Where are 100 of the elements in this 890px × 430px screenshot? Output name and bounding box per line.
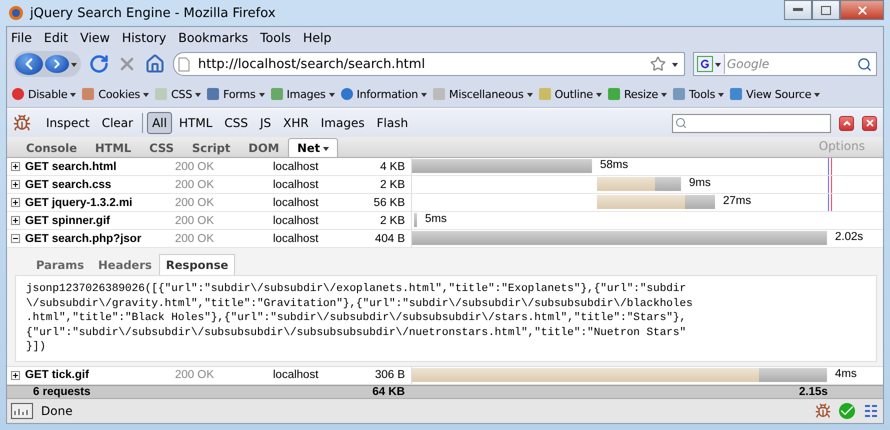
- filter-button[interactable]: HTML: [174, 112, 218, 134]
- menu-item[interactable]: Tools: [260, 30, 291, 44]
- close-panel-button[interactable]: [862, 116, 877, 130]
- request-row[interactable]: GET search.html 200 OK localhost 4 KB 58ms: [7, 158, 883, 176]
- minimize-icon: [793, 8, 803, 12]
- menu-item[interactable]: Edit: [44, 30, 68, 44]
- detail-tab[interactable]: Response: [158, 254, 236, 275]
- filter-button[interactable]: JS: [255, 112, 276, 134]
- toolbar-menu-button[interactable]: View Source: [729, 87, 820, 101]
- request-status: 200 OK: [175, 369, 215, 381]
- firebug-search-field[interactable]: [672, 114, 831, 132]
- collapse-icon[interactable]: [11, 234, 20, 243]
- address-bar[interactable]: http://localhost/search/search.html: [173, 52, 685, 76]
- panel-tab[interactable]: Script: [182, 138, 240, 157]
- panel-tab[interactable]: Console: [17, 138, 86, 157]
- chevron-up-icon: [842, 120, 850, 126]
- bug-icon[interactable]: [815, 403, 831, 419]
- toolbar-menu-button[interactable]: Cookies: [81, 87, 150, 101]
- toolbar-menu-button[interactable]: Images: [270, 87, 335, 101]
- reload-icon[interactable]: [89, 54, 109, 74]
- request-row[interactable]: GET search.css 200 OK localhost 2 KB 9ms: [7, 176, 883, 194]
- filter-button[interactable]: CSS: [219, 112, 254, 134]
- maximize-button[interactable]: [812, 0, 840, 20]
- filter-button[interactable]: Inspect: [41, 112, 95, 134]
- menu-item[interactable]: File: [11, 30, 32, 44]
- menu-item[interactable]: History: [122, 30, 166, 44]
- detail-tab[interactable]: Params: [29, 254, 92, 275]
- total-size: 64 KB: [371, 386, 406, 398]
- toolbar-menu-button[interactable]: Resize: [606, 87, 668, 101]
- request-name: GET tick.gif: [25, 369, 90, 381]
- search-icon: [675, 117, 687, 129]
- address-field[interactable]: http://localhost/search/search.html: [196, 56, 644, 72]
- close-button[interactable]: [840, 0, 884, 20]
- request-time: 58ms: [600, 159, 628, 171]
- filter-button[interactable]: XHR: [278, 112, 314, 134]
- toolbar-menu-button[interactable]: Information: [340, 87, 428, 101]
- menu-item[interactable]: Help: [302, 30, 332, 44]
- panel-tab[interactable]: DOM: [239, 138, 288, 157]
- request-size: 56 KB: [372, 196, 406, 208]
- star-icon[interactable]: [650, 56, 666, 72]
- request-domain: localhost: [273, 160, 320, 172]
- filter-button[interactable]: Clear: [96, 112, 138, 134]
- g-logo-icon: [697, 56, 713, 72]
- toolbar-menu-button[interactable]: CSS: [154, 87, 202, 101]
- request-status: 200 OK: [175, 178, 215, 190]
- request-count: 6 requests: [32, 386, 92, 398]
- request-name: GET jquery-1.3.2.mi: [25, 196, 134, 208]
- request-domain: localhost: [273, 232, 320, 244]
- request-size: 4 KB: [379, 160, 406, 172]
- request-row[interactable]: GET jquery-1.3.2.mi 200 OK localhost 56 KB 27ms: [7, 194, 883, 212]
- search-bar[interactable]: Google: [693, 52, 877, 76]
- forward-icon[interactable]: [45, 55, 69, 73]
- toolbar-menu-button[interactable]: Tools: [672, 87, 724, 101]
- minimize-button[interactable]: [784, 0, 812, 20]
- minimize-panel-button[interactable]: [839, 116, 854, 130]
- panel-tab[interactable]: CSS: [140, 138, 183, 157]
- close-icon: [864, 118, 874, 128]
- expand-icon[interactable]: [11, 370, 20, 380]
- request-name: GET search.html: [25, 160, 118, 172]
- code-line: {"url":"subdir\/subsubdir\/subsubsubdir\/subsubsubsubdir\/nuetronstars.html","title":"Nuetron Stars": [26, 326, 688, 340]
- request-status: 200 OK: [175, 232, 215, 244]
- toolbar-menu-button[interactable]: Outline: [538, 87, 602, 101]
- request-row[interactable]: GET spinner.gif 200 OK localhost 2 KB 5ms: [7, 212, 883, 230]
- request-size: 2 KB: [379, 214, 406, 226]
- home-icon[interactable]: [145, 54, 165, 74]
- request-domain: localhost: [273, 178, 320, 190]
- request-status: 200 OK: [175, 214, 215, 226]
- bug-icon[interactable]: [13, 114, 31, 132]
- expand-icon[interactable]: [11, 216, 20, 225]
- expand-icon[interactable]: [11, 198, 20, 207]
- request-domain: localhost: [273, 196, 320, 208]
- back-forward-control[interactable]: [13, 51, 81, 77]
- filter-button[interactable]: Flash: [372, 112, 414, 134]
- window-title: jQuery Search Engine - Mozilla Firefox: [30, 6, 277, 20]
- search-icon[interactable]: [857, 56, 872, 72]
- filter-button[interactable]: Images: [316, 112, 370, 134]
- firefox-logo-icon: [8, 5, 24, 21]
- chart-icon[interactable]: [11, 403, 33, 419]
- request-row[interactable]: GET tick.gif 200 OK localhost 306 B 4ms: [7, 366, 883, 384]
- page-icon: [178, 56, 190, 72]
- expand-icon[interactable]: [11, 180, 20, 189]
- timing-bar: [414, 213, 417, 227]
- request-time: 9ms: [689, 177, 711, 189]
- menu-item[interactable]: Bookmarks: [178, 30, 248, 44]
- toolbar-menu-button[interactable]: Forms: [206, 87, 265, 101]
- filter-button[interactable]: All: [147, 112, 172, 134]
- request-name: GET search.css: [25, 178, 112, 190]
- check-icon[interactable]: [839, 403, 855, 419]
- back-icon[interactable]: [15, 53, 43, 75]
- code-line: \/subsubdir\/gravity.html","title":"Gravitation"},{"url":"subdir\/subsubdir\/subsubsubdir\/blackholes: [26, 296, 694, 311]
- menu-item[interactable]: View: [80, 30, 110, 44]
- request-domain: localhost: [273, 214, 320, 226]
- expand-icon[interactable]: [11, 162, 20, 171]
- request-status: 200 OK: [175, 160, 215, 172]
- panel-tab[interactable]: Net: [288, 138, 338, 157]
- grid-icon[interactable]: [863, 403, 879, 419]
- toolbar-menu-button[interactable]: Miscellaneous: [432, 87, 533, 101]
- detail-tab[interactable]: Headers: [91, 254, 159, 275]
- panel-tab[interactable]: HTML: [86, 138, 140, 157]
- toolbar-menu-button[interactable]: Disable: [11, 87, 76, 101]
